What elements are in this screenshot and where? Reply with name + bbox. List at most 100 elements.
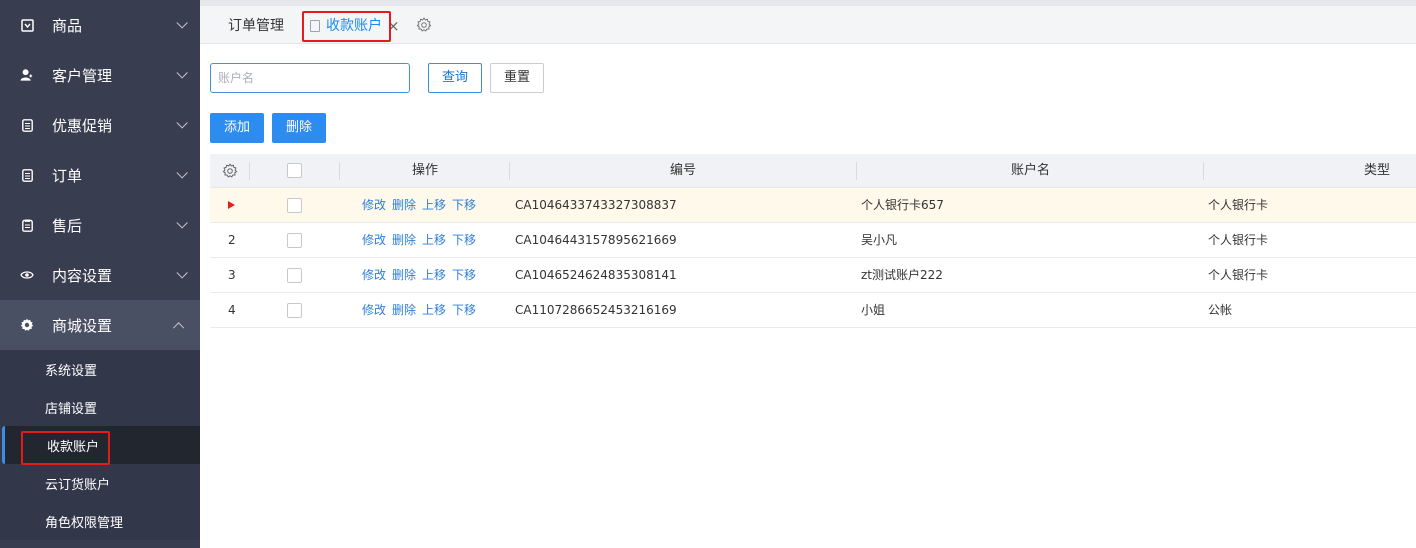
chevron-down-icon — [176, 17, 188, 29]
current-row-arrow-icon — [228, 201, 235, 209]
cell-account-name: zt测试账户222 — [861, 268, 943, 282]
column-settings-gear-icon[interactable] — [222, 163, 238, 179]
cell-account-name: 个人银行卡657 — [861, 198, 944, 212]
move-up-link[interactable]: 上移 — [422, 268, 446, 282]
edit-link[interactable]: 修改 — [362, 233, 386, 247]
sidebar-item-products[interactable]: 商品 — [0, 0, 200, 50]
tab-receiving-accounts[interactable]: 收款账户 — [310, 10, 382, 42]
sidebar-item-label: 内容设置 — [52, 266, 113, 285]
main-content: 查询 重置 添加 删除 操作 编号 账户名 类型 修改删除上移下移 CA10 — [200, 44, 1416, 548]
sidebar-item-content[interactable]: 内容设置 — [0, 250, 200, 300]
header-divider — [249, 162, 250, 180]
row-ops: 修改 删除 上移 下移 — [362, 223, 482, 258]
submenu-item-receiving-accounts[interactable]: 收款账户 — [2, 426, 200, 464]
row-checkbox[interactable] — [287, 303, 302, 318]
select-all-checkbox[interactable] — [287, 163, 302, 178]
tag-icon — [20, 18, 34, 32]
sidebar-item-label: 优惠促销 — [52, 116, 113, 135]
eye-icon — [20, 268, 34, 282]
move-down-link[interactable]: 下移 — [452, 198, 476, 212]
move-up-link[interactable]: 上移 — [422, 303, 446, 317]
move-down-link[interactable]: 下移 — [452, 303, 476, 317]
sidebar-item-orders[interactable]: 订单 — [0, 150, 200, 200]
cell-code: CA1046524624835308141 — [515, 268, 677, 282]
header-divider — [509, 162, 510, 180]
header-type[interactable]: 类型 — [1364, 154, 1390, 188]
header-divider — [339, 162, 340, 180]
table-header: 操作 编号 账户名 类型 — [210, 154, 1416, 188]
clipboard-icon — [20, 218, 34, 232]
tab-order-management[interactable]: 订单管理 — [228, 10, 284, 42]
sidebar-item-label: 客户管理 — [52, 66, 113, 85]
submenu-item-role-permissions[interactable]: 角色权限管理 — [0, 502, 200, 540]
row-checkbox[interactable] — [287, 198, 302, 213]
sidebar-item-promotions[interactable]: 优惠促销 — [0, 100, 200, 150]
move-down-link[interactable]: 下移 — [452, 233, 476, 247]
cell-code: CA1046433743327308837 — [515, 198, 677, 212]
row-checkbox[interactable] — [287, 233, 302, 248]
submenu-item-store-settings[interactable]: 店铺设置 — [0, 388, 200, 426]
header-ops: 操作 — [412, 163, 439, 178]
cell-code: CA1107286652453216169 — [515, 303, 677, 317]
reset-button[interactable]: 重置 — [490, 63, 544, 93]
sidebar: 商品 客户管理 优惠促销 订单 售后 内容设置 商城设置 系统设置 店铺设置 收… — [0, 0, 200, 548]
tab-label: 收款账户 — [326, 18, 382, 34]
tab-bar: 订单管理 收款账户 × — [200, 0, 1416, 44]
sidebar-item-aftersale[interactable]: 售后 — [0, 200, 200, 250]
chevron-down-icon — [176, 267, 188, 279]
submenu-item-system-settings[interactable]: 系统设置 — [0, 350, 200, 388]
header-divider — [1203, 162, 1204, 180]
row-ops: 修改 删除 上移 下移 — [362, 293, 482, 328]
move-up-link[interactable]: 上移 — [422, 233, 446, 247]
cell-type: 个人银行卡 — [1208, 198, 1269, 212]
submenu-item-cloud-order-account[interactable]: 云订货账户 — [0, 464, 200, 502]
account-name-search-input[interactable] — [210, 63, 410, 93]
sidebar-item-label: 售后 — [52, 216, 83, 235]
table-row[interactable]: 3 修改 删除 上移 下移 CA1046524624835308141 zt测试账户2… — [210, 258, 1416, 293]
gear-icon[interactable] — [416, 17, 432, 33]
submenu-mall-settings: 系统设置 店铺设置 收款账户 云订货账户 角色权限管理 — [0, 350, 200, 540]
document-icon — [20, 118, 34, 132]
add-button[interactable]: 添加 — [210, 113, 264, 143]
chevron-down-icon — [176, 67, 188, 79]
edit-link[interactable]: 修改 — [362, 198, 386, 212]
query-button[interactable]: 查询 — [428, 63, 482, 93]
table-row[interactable]: 4 修改 删除 上移 下移 CA1107286652453216169 小姐 公帐 — [210, 293, 1416, 328]
move-up-link[interactable]: 上移 — [422, 198, 446, 212]
cell-type: 个人银行卡 — [1208, 233, 1269, 247]
move-down-link[interactable]: 下移 — [452, 268, 476, 282]
header-account-name[interactable]: 账户名 — [1011, 154, 1050, 188]
row-ops: 修改 删除 上移 下移 — [362, 188, 482, 223]
row-checkbox[interactable] — [287, 268, 302, 283]
delete-link[interactable]: 删除 — [392, 233, 416, 247]
delete-button[interactable]: 删除 — [272, 113, 326, 143]
document-icon — [20, 168, 34, 182]
sidebar-item-label: 商品 — [52, 16, 83, 35]
delete-link[interactable]: 删除 — [392, 198, 416, 212]
cell-account-name: 小姐 — [861, 303, 886, 317]
sidebar-item-label: 商城设置 — [52, 316, 113, 335]
close-icon[interactable]: × — [387, 10, 400, 42]
gear-icon — [20, 318, 34, 332]
table-row[interactable]: 2 修改 删除 上移 下移 CA1046443157895621669 吴小凡 个人银… — [210, 223, 1416, 258]
sidebar-item-mall-settings[interactable]: 商城设置 — [0, 300, 200, 350]
sidebar-item-customers[interactable]: 客户管理 — [0, 50, 200, 100]
accounts-table: 操作 编号 账户名 类型 修改 删除 上移 下移 CA1046433743327308… — [210, 154, 1416, 328]
cell-account-name: 吴小凡 — [861, 233, 898, 247]
cell-type: 个人银行卡 — [1208, 268, 1269, 282]
sidebar-item-label: 订单 — [52, 166, 83, 185]
delete-link[interactable]: 删除 — [392, 303, 416, 317]
row-index: 4 — [228, 303, 236, 317]
header-divider — [856, 162, 857, 180]
cell-code: CA1046443157895621669 — [515, 233, 677, 247]
header-code[interactable]: 编号 — [670, 154, 696, 188]
table-row[interactable]: 修改 删除 上移 下移 CA1046433743327308837 个人银行卡657 … — [210, 188, 1416, 223]
cell-type: 公帐 — [1208, 303, 1233, 317]
chevron-down-icon — [176, 117, 188, 129]
row-index: 2 — [228, 233, 236, 247]
row-ops: 修改 删除 上移 下移 — [362, 258, 482, 293]
row-index: 3 — [228, 268, 236, 282]
delete-link[interactable]: 删除 — [392, 268, 416, 282]
edit-link[interactable]: 修改 — [362, 268, 386, 282]
edit-link[interactable]: 修改 — [362, 303, 386, 317]
